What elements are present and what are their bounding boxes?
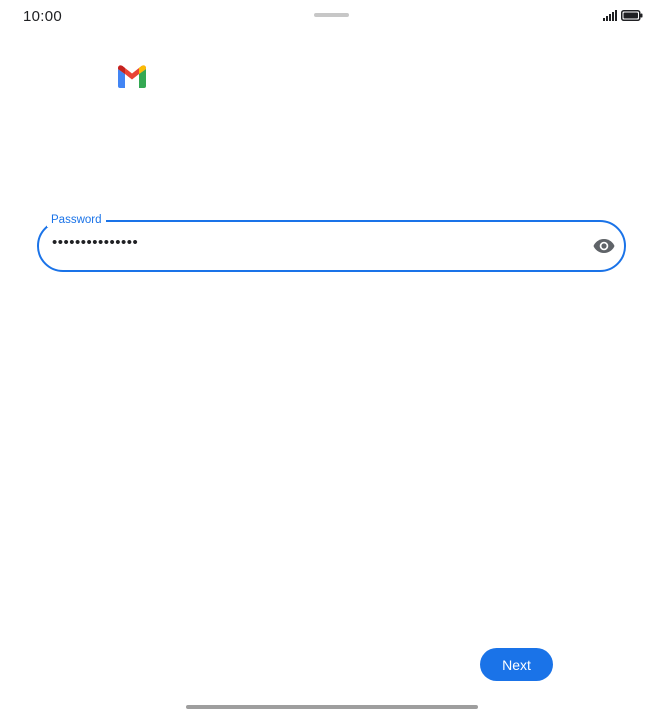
screen: 10:00 Password ••••••••••••••• Next bbox=[0, 0, 663, 718]
battery-icon bbox=[621, 10, 643, 21]
next-button[interactable]: Next bbox=[480, 648, 553, 681]
status-icons bbox=[603, 10, 643, 21]
top-notch-indicator bbox=[314, 13, 349, 17]
status-time: 10:00 bbox=[23, 8, 63, 25]
eye-icon bbox=[593, 239, 615, 253]
home-gesture-bar[interactable] bbox=[186, 705, 478, 709]
show-password-toggle[interactable] bbox=[591, 234, 617, 258]
signal-icon bbox=[603, 10, 617, 21]
gmail-logo-icon bbox=[118, 65, 146, 88]
password-label: Password bbox=[47, 213, 106, 227]
password-input[interactable]: ••••••••••••••• bbox=[52, 234, 138, 251]
